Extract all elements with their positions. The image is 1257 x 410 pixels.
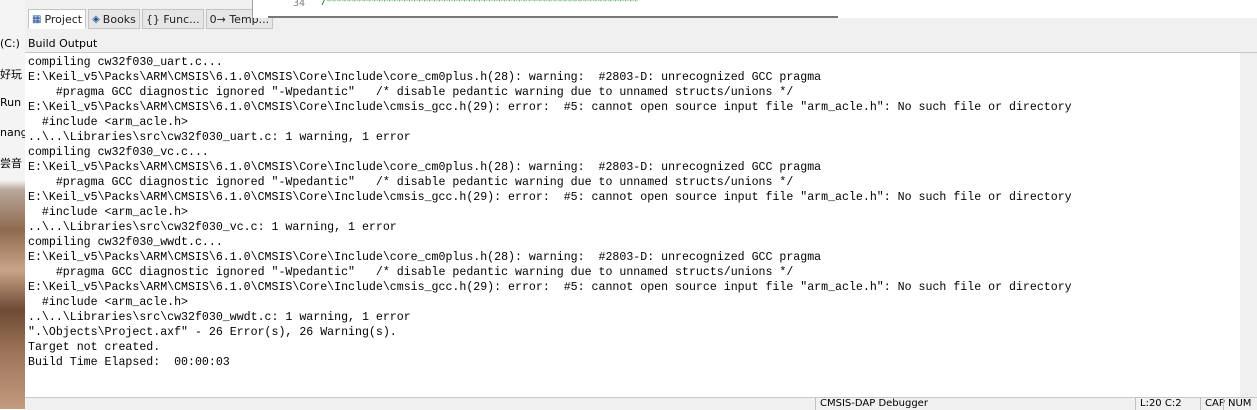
output-line: #include <arm_acle.h>	[28, 116, 189, 129]
status-debugger: CMSIS-DAP Debugger	[815, 398, 1020, 410]
build-output-vertical-scrollbar[interactable]	[1240, 53, 1257, 397]
status-bar: CMSIS-DAP Debugger L:20 C:2 CAP NUM	[25, 397, 1257, 410]
tab-label: Project	[44, 12, 83, 26]
tab-label: {} Func...	[145, 12, 200, 26]
output-line: #include <arm_acle.h>	[28, 296, 189, 309]
output-line: compiling cw32f030_uart.c...	[28, 56, 223, 69]
strip-fragment: Run (	[0, 96, 25, 109]
output-line: E:\Keil_v5\Packs\ARM\CMSIS\6.1.0\CMSIS\C…	[28, 101, 1072, 114]
strip-fragment: 尝音	[0, 157, 22, 170]
output-line: #pragma GCC diagnostic ignored "-Wpedant…	[28, 86, 794, 99]
status-num: NUM	[1223, 398, 1257, 410]
line-number: 34	[293, 0, 306, 9]
top-panel: ▦ Project ◈ Books {} Func... 0→ Temp... …	[25, 0, 1257, 36]
output-line: #pragma GCC diagnostic ignored "-Wpedant…	[28, 266, 794, 279]
output-line: #include <arm_acle.h>	[28, 206, 189, 219]
output-line: compiling cw32f030_vc.c...	[28, 146, 209, 159]
output-line: E:\Keil_v5\Packs\ARM\CMSIS\6.1.0\CMSIS\C…	[28, 251, 822, 264]
output-line: compiling cw32f030_wwdt.c...	[28, 236, 223, 249]
status-cursor-position: L:20 C:2	[1135, 398, 1200, 410]
output-line: ".\Objects\Project.axf" - 26 Error(s), 2…	[28, 326, 397, 339]
output-line: E:\Keil_v5\Packs\ARM\CMSIS\6.1.0\CMSIS\C…	[28, 191, 1072, 204]
build-output-pane[interactable]: compiling cw32f030_uart.c... E:\Keil_v5\…	[25, 53, 1257, 397]
editor-horizontal-scrollbar[interactable]	[268, 16, 838, 18]
build-output-header: Build Output	[25, 35, 1257, 53]
output-line: ..\..\Libraries\src\cw32f030_uart.c: 1 w…	[28, 131, 411, 144]
books-icon: ◈	[92, 13, 100, 25]
tab-functions[interactable]: {} Func...	[141, 9, 204, 29]
project-icon: ▦	[32, 13, 42, 25]
project-window-tabs: ▦ Project ◈ Books {} Func... 0→ Temp...	[28, 9, 274, 29]
output-line: E:\Keil_v5\Packs\ARM\CMSIS\6.1.0\CMSIS\C…	[28, 281, 1072, 294]
strip-fragment: nange	[0, 126, 25, 139]
build-output-text: compiling cw32f030_uart.c... E:\Keil_v5\…	[25, 55, 1072, 370]
output-line: Target not created.	[28, 341, 161, 354]
tab-label: Books	[102, 12, 136, 26]
output-line: E:\Keil_v5\Packs\ARM\CMSIS\6.1.0\CMSIS\C…	[28, 71, 822, 84]
strip-fragment: 好玩	[0, 68, 22, 81]
output-line: E:\Keil_v5\Packs\ARM\CMSIS\6.1.0\CMSIS\C…	[28, 161, 822, 174]
tab-books[interactable]: ◈ Books	[88, 9, 140, 29]
status-cap: CAP	[1200, 398, 1225, 410]
output-line: ..\..\Libraries\src\cw32f030_vc.c: 1 war…	[28, 221, 397, 234]
output-line: #pragma GCC diagnostic ignored "-Wpedant…	[28, 176, 794, 189]
output-line: ..\..\Libraries\src\cw32f030_wwdt.c: 1 w…	[28, 311, 411, 324]
tab-project[interactable]: ▦ Project	[28, 9, 87, 29]
strip-fragment: (C:)	[0, 37, 20, 50]
code-comment: /***************************************…	[321, 0, 638, 7]
background-window-strip: (C:) 好玩 Run ( nange 尝音	[0, 0, 25, 409]
build-output-title: Build Output	[28, 37, 98, 50]
output-line: Build Time Elapsed: 00:00:03	[28, 356, 230, 369]
